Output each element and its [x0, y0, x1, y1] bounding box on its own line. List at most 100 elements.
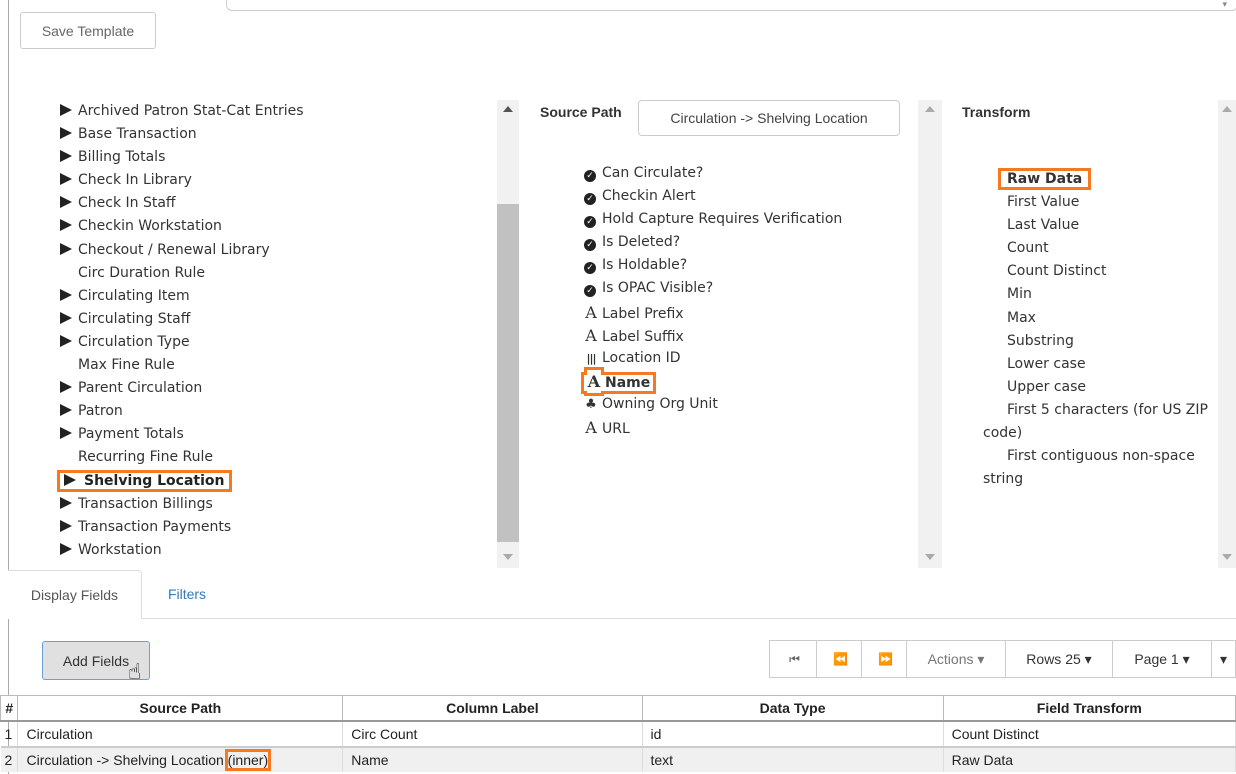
tree-item-billing-totals[interactable]: Billing Totals: [60, 146, 520, 169]
tab-display-fields[interactable]: Display Fields: [8, 570, 142, 619]
tree-item-label: Check In Library: [78, 172, 192, 189]
expand-arrow-icon[interactable]: [60, 104, 72, 116]
field-item-hold-capture-requires-verification[interactable]: ✓ Hold Capture Requires Verification: [584, 208, 914, 231]
tree-item-check-in-library[interactable]: Check In Library: [60, 169, 520, 192]
expand-arrow-icon[interactable]: [60, 196, 72, 209]
tree-scrollbar[interactable]: [497, 100, 519, 568]
scroll-up-icon[interactable]: [925, 106, 935, 112]
transform-item-first-value[interactable]: First Value: [983, 191, 1208, 214]
transform-item-raw-data[interactable]: Raw Data: [983, 168, 1208, 191]
scroll-down-icon[interactable]: [1222, 554, 1232, 560]
field-list: ✓ Can Circulate? ✓ Checkin Alert ✓ Hold Captu…: [580, 162, 914, 439]
page-dropdown[interactable]: Page 1 ▾: [1112, 640, 1212, 678]
field-item-can-circulate[interactable]: ✓ Can Circulate?: [584, 162, 914, 185]
expand-arrow-icon[interactable]: [60, 404, 72, 417]
tree-item-circulating-staff[interactable]: Circulating Staff: [60, 308, 520, 331]
expand-arrow-icon[interactable]: [60, 219, 72, 232]
scroll-up-icon[interactable]: [1222, 106, 1232, 112]
expand-arrow-icon[interactable]: [64, 473, 76, 486]
column-header-data-type[interactable]: Data Type: [641, 695, 944, 722]
check-circle-icon: ✓: [584, 239, 596, 252]
expand-arrow-icon[interactable]: [60, 381, 72, 394]
transform-item-first-contiguous-non-space-string[interactable]: First contiguous non-space string: [983, 445, 1208, 491]
transform-item-first-5-characters-for-us-zip-code[interactable]: First 5 characters (for US ZIP code): [983, 399, 1208, 445]
column-header-column-label[interactable]: Column Label: [342, 695, 643, 722]
actions-dropdown[interactable]: Actions ▾: [906, 640, 1006, 678]
tree-item-workstation[interactable]: Workstation: [60, 539, 520, 562]
expand-arrow-icon[interactable]: [60, 127, 72, 140]
field-item-label-prefix[interactable]: A Label Prefix: [584, 301, 914, 324]
tree-item-checkin-workstation[interactable]: Checkin Workstation: [60, 215, 520, 238]
rows-dropdown[interactable]: Rows 25 ▾: [1005, 640, 1113, 678]
fields-scrollbar[interactable]: [918, 100, 942, 568]
tree-item-label: Transaction Payments: [78, 518, 232, 535]
tree-item-transaction-billings[interactable]: Transaction Billings: [60, 493, 520, 516]
transform-scrollbar[interactable]: [1218, 100, 1236, 568]
table-row[interactable]: 2 Circulation -> Shelving Location (inne…: [0, 746, 1236, 772]
tree-item-parent-circulation[interactable]: Parent Circulation: [60, 377, 520, 400]
transform-item-max[interactable]: Max: [983, 307, 1208, 330]
next-page-button[interactable]: ⏩: [861, 640, 907, 678]
transform-item-count[interactable]: Count: [983, 237, 1208, 260]
transform-item-lower-case[interactable]: Lower case: [983, 353, 1208, 376]
tree-item-patron[interactable]: Patron: [60, 400, 520, 423]
tree-item-check-in-staff[interactable]: Check In Staff: [60, 192, 520, 215]
tree-item-shelving-location[interactable]: Shelving Location: [57, 469, 520, 493]
field-item-owning-org-unit[interactable]: ♣ Owning Org Unit: [584, 393, 914, 416]
source-path-header: Source Path: [540, 104, 622, 120]
first-page-button[interactable]: ⏮: [769, 640, 817, 678]
scroll-down-icon[interactable]: [925, 554, 935, 560]
grid-header-row: # Source Path Column Label Data Type Fie…: [0, 695, 1236, 722]
scroll-down-icon[interactable]: [503, 554, 513, 560]
expand-arrow-icon[interactable]: [60, 496, 72, 509]
transform-item-upper-case[interactable]: Upper case: [983, 376, 1208, 399]
tree-item-payment-totals[interactable]: Payment Totals: [60, 423, 520, 446]
tree-item-checkout-renewal-library[interactable]: Checkout / Renewal Library: [60, 239, 520, 262]
tree-item-archived-patron-stat-cat-entries[interactable]: Archived Patron Stat-Cat Entries: [60, 100, 520, 123]
column-header-field-transform[interactable]: Field Transform: [942, 695, 1236, 722]
tree-item-label: Circulating Item: [78, 287, 190, 304]
expand-arrow-icon[interactable]: [60, 311, 72, 324]
column-header-num[interactable]: #: [0, 695, 19, 722]
top-input[interactable]: ▾: [226, 0, 1236, 11]
join-type-label: (inner): [224, 749, 272, 771]
field-item-is-holdable[interactable]: ✓ Is Holdable?: [584, 254, 914, 277]
tree-item-max-fine-rule[interactable]: Max Fine Rule: [60, 354, 520, 377]
column-header-source-path[interactable]: Source Path: [17, 695, 344, 722]
scroll-up-icon[interactable]: [503, 106, 513, 112]
tree-item-circulating-item[interactable]: Circulating Item: [60, 285, 520, 308]
tree-item-transaction-payments[interactable]: Transaction Payments: [60, 516, 520, 539]
expand-arrow-icon[interactable]: [60, 150, 72, 163]
table-row[interactable]: 1 Circulation Circ Count id Count Distin…: [0, 721, 1236, 748]
field-item-checkin-alert[interactable]: ✓ Checkin Alert: [584, 185, 914, 208]
selected-highlight: Shelving Location: [57, 469, 232, 492]
field-item-url[interactable]: A URL: [584, 416, 914, 439]
tree-item-circulation-type[interactable]: Circulation Type: [60, 331, 520, 354]
prev-page-button[interactable]: ⏪: [816, 640, 862, 678]
transform-item-count-distinct[interactable]: Count Distinct: [983, 260, 1208, 283]
transform-item-last-value[interactable]: Last Value: [983, 214, 1208, 237]
expand-arrow-icon[interactable]: [60, 542, 72, 555]
scroll-thumb[interactable]: [497, 204, 519, 542]
tab-filters[interactable]: Filters: [142, 570, 232, 618]
field-item-is-opac-visible[interactable]: ✓ Is OPAC Visible?: [584, 277, 914, 300]
field-item-label-suffix[interactable]: A Label Suffix: [584, 324, 914, 347]
expand-arrow-icon[interactable]: [60, 427, 72, 440]
field-item-location-id[interactable]: ||| Location ID: [584, 347, 914, 370]
expand-arrow-icon[interactable]: [60, 334, 72, 347]
expand-arrow-icon[interactable]: [60, 242, 72, 255]
tab-bar: Display Fields Filters: [8, 570, 1236, 619]
tree-item-circ-duration-rule[interactable]: Circ Duration Rule: [60, 262, 520, 285]
transform-item-min[interactable]: Min: [983, 283, 1208, 306]
field-item-is-deleted[interactable]: ✓ Is Deleted?: [584, 231, 914, 254]
save-template-button[interactable]: Save Template: [20, 12, 156, 49]
transform-label: Upper case: [1007, 378, 1087, 395]
expand-arrow-icon[interactable]: [60, 288, 72, 301]
tree-item-base-transaction[interactable]: Base Transaction: [60, 123, 520, 146]
tree-item-recurring-fine-rule[interactable]: Recurring Fine Rule: [60, 446, 520, 469]
transform-item-substring[interactable]: Substring: [983, 330, 1208, 353]
expand-arrow-icon[interactable]: [60, 519, 72, 532]
field-item-name[interactable]: A Name: [580, 370, 914, 394]
more-dropdown[interactable]: ▾: [1211, 640, 1236, 678]
expand-arrow-icon[interactable]: [60, 173, 72, 186]
